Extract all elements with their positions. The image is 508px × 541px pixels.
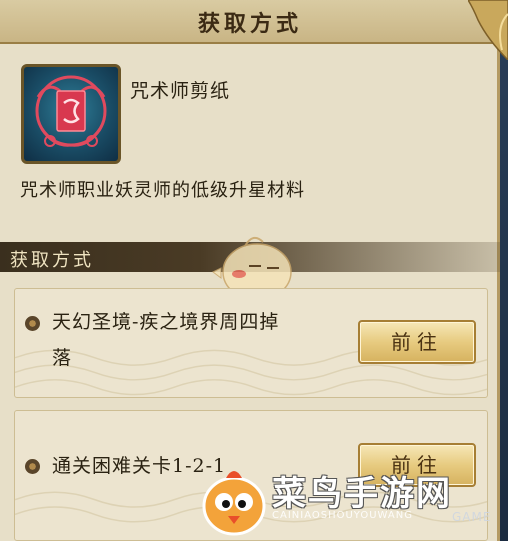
bullet-icon [25, 316, 40, 331]
bullet-icon [25, 459, 40, 474]
watermark-overlay: GAME [452, 510, 492, 524]
source-text-line2: 落 [52, 347, 73, 369]
item-description: 咒术师职业妖灵师的低级升星材料 [20, 180, 305, 201]
source-text-line1: 天幻圣境-疾之境界周四掉 [52, 311, 280, 333]
go-button[interactable]: 前往 [358, 320, 476, 364]
paper-cut-talisman-icon [35, 75, 107, 147]
item-name: 咒术师剪纸 [130, 80, 231, 102]
dialog-title: 获取方式 [197, 11, 302, 37]
corner-ornament-icon [468, 0, 508, 60]
watermark-brand: 菜鸟手游网 [272, 474, 452, 514]
watermark-subtitle: CAINIAOSHOUYOUWANG [272, 510, 413, 521]
item-icon[interactable] [21, 64, 121, 164]
chick-logo-icon [202, 471, 266, 536]
section-title: 获取方式 [10, 250, 94, 271]
